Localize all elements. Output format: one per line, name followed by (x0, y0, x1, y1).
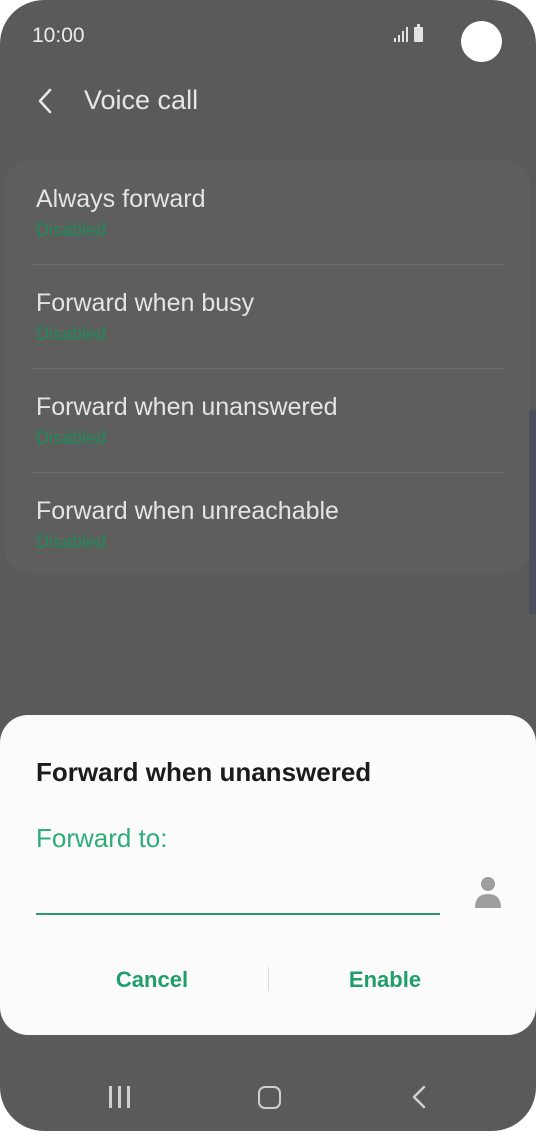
phone-screen: 10:00 Voice call Always forward Disabled… (0, 0, 536, 1131)
contact-person-icon[interactable] (474, 875, 502, 909)
status-bar: 10:00 (0, 0, 536, 72)
list-item-title: Always forward (36, 185, 206, 213)
cancel-button[interactable]: Cancel (37, 953, 267, 1007)
forwarding-options-list: Always forward Disabled Forward when bus… (4, 160, 530, 574)
list-item-status: Disabled (36, 428, 107, 448)
list-item-forward-when-busy[interactable]: Forward when busy Disabled (4, 264, 530, 368)
front-camera (461, 21, 502, 62)
page-title: Voice call (84, 85, 199, 115)
back-arrow-icon[interactable] (34, 86, 58, 116)
nav-back-icon[interactable] (410, 1084, 428, 1110)
list-item-always-forward[interactable]: Always forward Disabled (4, 160, 530, 264)
forward-dialog: Forward when unanswered Forward to: Canc… (0, 715, 536, 1035)
button-divider (268, 967, 269, 991)
status-time: 10:00 (32, 24, 85, 47)
forward-number-input[interactable] (36, 875, 440, 915)
status-icons (394, 24, 423, 42)
signal-icon (394, 26, 408, 42)
scroll-indicator[interactable] (529, 410, 536, 615)
battery-icon (414, 24, 423, 42)
navigation-bar (0, 1064, 536, 1131)
enable-button[interactable]: Enable (270, 953, 500, 1007)
dialog-title: Forward when unanswered (36, 757, 372, 787)
list-item-status: Disabled (36, 532, 107, 552)
list-item-forward-when-unreachable[interactable]: Forward when unreachable Disabled (4, 472, 530, 576)
list-item-title: Forward when busy (36, 289, 255, 317)
recent-apps-icon[interactable] (108, 1086, 132, 1108)
forward-to-label: Forward to: (36, 823, 168, 853)
list-item-forward-when-unanswered[interactable]: Forward when unanswered Disabled (4, 368, 530, 472)
app-header: Voice call (0, 72, 536, 132)
list-item-title: Forward when unreachable (36, 497, 339, 525)
list-item-status: Disabled (36, 324, 107, 344)
list-item-status: Disabled (36, 220, 107, 240)
list-item-title: Forward when unanswered (36, 393, 338, 421)
home-icon[interactable] (258, 1086, 281, 1109)
